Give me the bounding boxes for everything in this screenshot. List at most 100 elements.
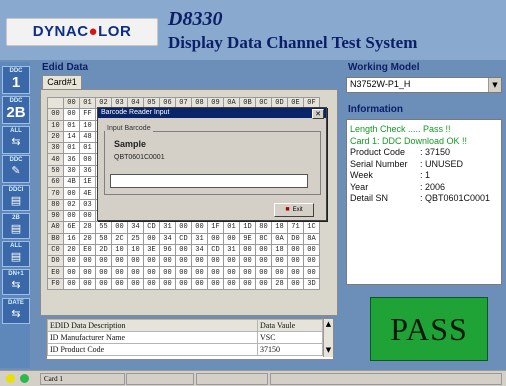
hex-cell[interactable]: 00 xyxy=(255,255,272,268)
hex-cell[interactable]: 00 xyxy=(175,266,192,279)
hex-cell[interactable]: 00 xyxy=(207,255,224,268)
hex-cell[interactable]: 00 xyxy=(255,277,272,291)
hex-cell[interactable]: 00 xyxy=(303,243,320,257)
table-row[interactable]: ID Manufacturer Name VSC xyxy=(47,331,323,344)
hex-cell[interactable]: 58 xyxy=(95,232,112,245)
hex-cell[interactable]: 00 xyxy=(207,277,224,291)
hex-cell[interactable]: D0 xyxy=(287,232,304,245)
hex-cell[interactable]: 36 xyxy=(79,164,96,178)
hex-cell[interactable]: 00 xyxy=(175,277,192,291)
hex-cell[interactable]: 00 xyxy=(159,266,176,279)
hex-cell[interactable]: 00 xyxy=(287,243,304,257)
hex-cell[interactable]: 00 xyxy=(303,266,320,279)
toolbar-button-9[interactable]: DATE ⇆ xyxy=(2,298,30,324)
hex-cell[interactable]: 00 xyxy=(143,255,160,268)
dialog-title-bar[interactable]: Barcode Reader Input ✕ xyxy=(98,108,326,119)
hex-cell[interactable]: 30 xyxy=(63,164,80,178)
hex-cell[interactable]: 03 xyxy=(79,198,96,211)
hex-cell[interactable]: 00 xyxy=(175,221,192,234)
toolbar-button-6[interactable]: 2B ▤ xyxy=(2,213,30,239)
hex-cell[interactable]: 10 xyxy=(127,243,144,257)
hex-cell[interactable]: 34 xyxy=(159,232,176,245)
hex-cell[interactable]: 9E xyxy=(239,232,256,245)
hex-cell[interactable]: 00 xyxy=(127,255,144,268)
hex-cell[interactable]: 3D xyxy=(303,277,320,291)
hex-cell[interactable]: 00 xyxy=(79,153,96,166)
table-row[interactable]: ID Product Code 37150 xyxy=(47,343,323,356)
hex-cell[interactable]: 00 xyxy=(63,209,80,223)
hex-cell[interactable]: 00 xyxy=(111,221,128,234)
hex-cell[interactable]: 00 xyxy=(79,255,96,268)
hex-cell[interactable]: 00 xyxy=(175,255,192,268)
hex-cell[interactable]: 00 xyxy=(127,266,144,279)
hex-cell[interactable]: 00 xyxy=(223,232,240,245)
hex-cell[interactable]: 00 xyxy=(207,232,224,245)
hex-cell[interactable]: 14 xyxy=(63,130,80,144)
working-model-select[interactable]: N3752W-P1_H ▼ xyxy=(346,77,502,93)
chevron-down-icon[interactable]: ▼ xyxy=(488,78,501,92)
toolbar-button-7[interactable]: ALL ▤ xyxy=(2,241,30,267)
hex-cell[interactable]: 00 xyxy=(63,277,80,291)
hex-cell[interactable]: 1D xyxy=(239,221,256,234)
hex-cell[interactable]: 00 xyxy=(287,255,304,268)
scroll-down-icon[interactable]: ▼ xyxy=(324,345,333,355)
hex-cell[interactable]: 00 xyxy=(63,187,80,200)
hex-cell[interactable]: E0 xyxy=(79,243,96,257)
hex-cell[interactable]: 48 xyxy=(79,130,96,144)
hex-cell[interactable]: 00 xyxy=(271,255,288,268)
hex-cell[interactable]: 6E xyxy=(63,221,80,234)
hex-cell[interactable]: 96 xyxy=(159,243,176,257)
hex-cell[interactable]: 10 xyxy=(79,119,96,132)
hex-cell[interactable]: 18 xyxy=(271,221,288,234)
hex-cell[interactable]: 00 xyxy=(111,255,128,268)
hex-cell[interactable]: 8C xyxy=(255,232,272,245)
hex-cell[interactable]: 28 xyxy=(271,277,288,291)
hex-cell[interactable]: 55 xyxy=(95,221,112,234)
hex-cell[interactable]: 31 xyxy=(159,221,176,234)
hex-cell[interactable]: 00 xyxy=(79,277,96,291)
hex-cell[interactable]: 01 xyxy=(63,119,80,132)
description-scrollbar[interactable]: ▲ ▼ xyxy=(323,319,333,357)
hex-cell[interactable]: 00 xyxy=(143,266,160,279)
tab-card1[interactable]: Card#1 xyxy=(42,75,82,89)
hex-cell[interactable]: 00 xyxy=(255,266,272,279)
hex-cell[interactable]: 00 xyxy=(239,255,256,268)
hex-cell[interactable]: 00 xyxy=(63,255,80,268)
hex-cell[interactable]: 01 xyxy=(79,142,96,155)
hex-cell[interactable]: 1C xyxy=(303,221,320,234)
hex-cell[interactable]: 01 xyxy=(223,221,240,234)
hex-cell[interactable]: 00 xyxy=(207,266,224,279)
hex-cell[interactable]: 31 xyxy=(223,243,240,257)
hex-cell[interactable]: 00 xyxy=(255,243,272,257)
hex-cell[interactable]: 20 xyxy=(79,232,96,245)
toolbar-button-1[interactable]: DDC 1 xyxy=(2,66,30,94)
hex-cell[interactable]: 36 xyxy=(63,153,80,166)
hex-cell[interactable]: 10 xyxy=(111,243,128,257)
hex-cell[interactable]: 2C xyxy=(111,232,128,245)
hex-cell[interactable]: 00 xyxy=(239,266,256,279)
hex-cell[interactable]: 00 xyxy=(239,277,256,291)
hex-cell[interactable]: FF xyxy=(79,108,96,121)
toolbar-button-4[interactable]: DDC ✎ xyxy=(2,155,30,183)
hex-cell[interactable]: 00 xyxy=(271,266,288,279)
hex-cell[interactable]: 71 xyxy=(287,221,304,234)
toolbar-button-2[interactable]: DDC 2B xyxy=(2,96,30,124)
close-icon[interactable]: ✕ xyxy=(312,109,324,119)
hex-cell[interactable]: 16 xyxy=(63,232,80,245)
hex-cell[interactable]: 31 xyxy=(191,232,208,245)
hex-cell[interactable]: 8A xyxy=(303,232,320,245)
hex-cell[interactable]: 18 xyxy=(271,243,288,257)
hex-cell[interactable]: 2D xyxy=(95,243,112,257)
hex-cell[interactable]: 00 xyxy=(287,266,304,279)
hex-cell[interactable]: 00 xyxy=(175,243,192,257)
hex-cell[interactable]: 20 xyxy=(63,243,80,257)
hex-cell[interactable]: 25 xyxy=(127,232,144,245)
hex-cell[interactable]: 00 xyxy=(111,266,128,279)
hex-cell[interactable]: 0A xyxy=(271,232,288,245)
exit-button[interactable]: ■ Exit xyxy=(274,203,314,217)
hex-cell[interactable]: 00 xyxy=(191,277,208,291)
hex-cell[interactable]: 4E xyxy=(79,187,96,200)
hex-cell[interactable]: 00 xyxy=(95,277,112,291)
hex-cell[interactable]: 4B xyxy=(63,176,80,189)
hex-cell[interactable]: 00 xyxy=(239,243,256,257)
